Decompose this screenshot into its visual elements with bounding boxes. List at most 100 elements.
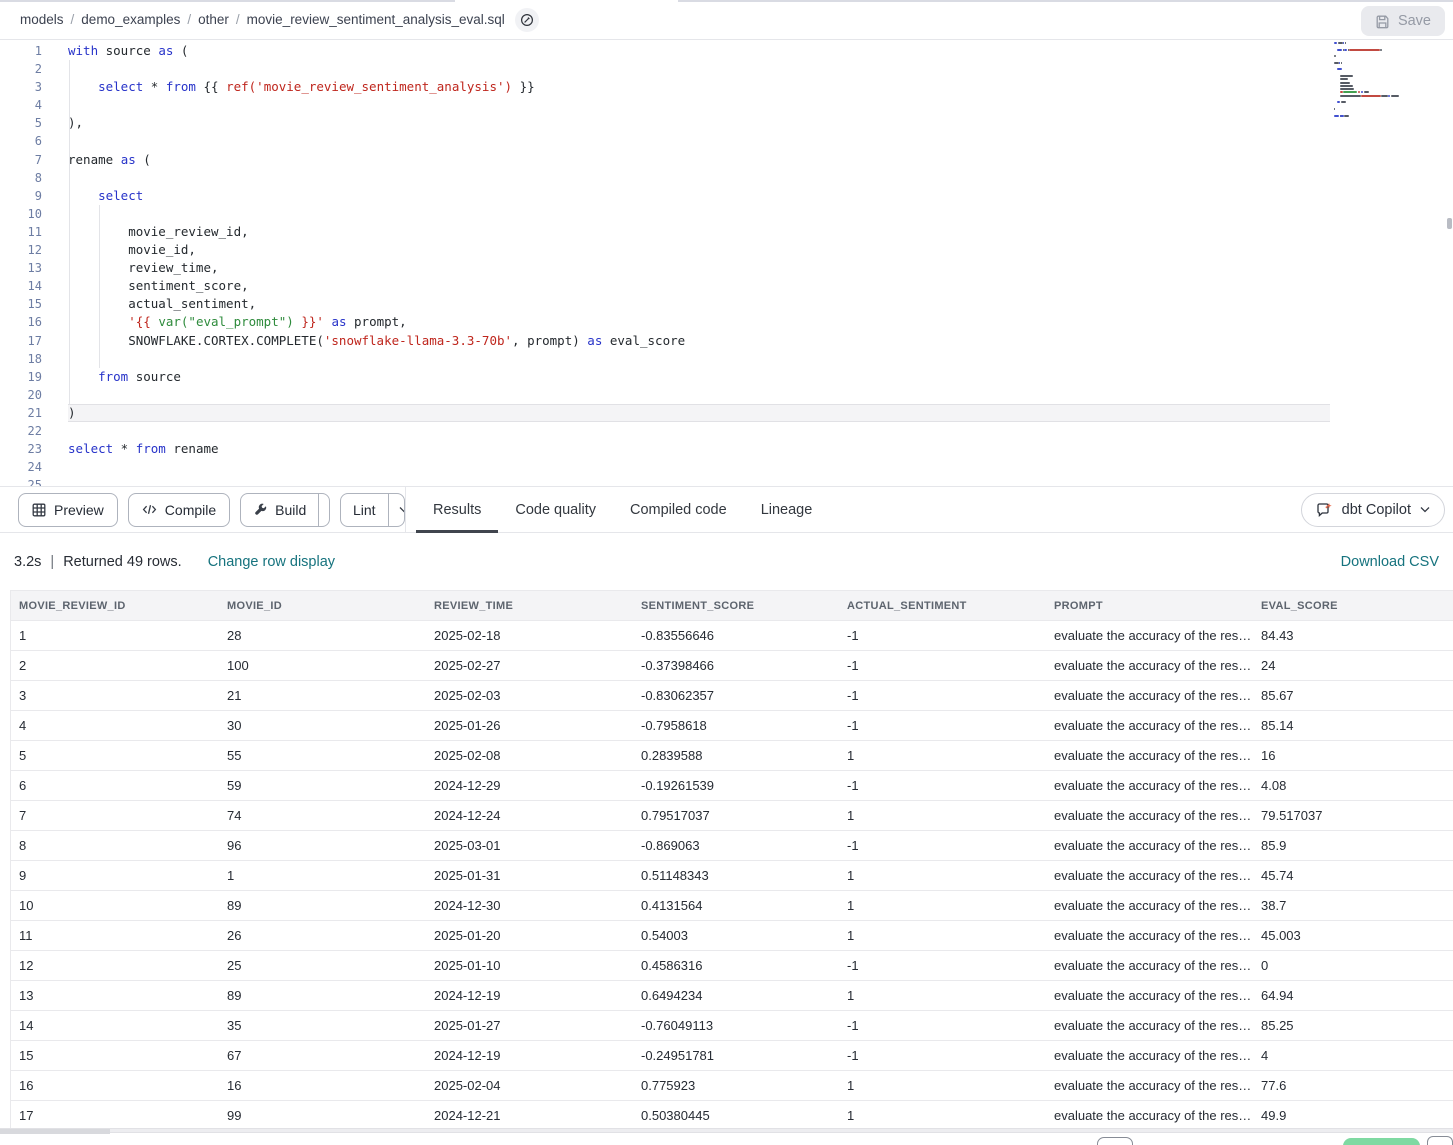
- cell-eval_score: 84.43: [1253, 628, 1453, 643]
- horizontal-scrollbar[interactable]: [0, 1128, 1453, 1133]
- code-line[interactable]: 2: [0, 60, 1453, 78]
- breadcrumb-segment[interactable]: demo_examples: [81, 12, 180, 27]
- change-row-display-link[interactable]: Change row display: [208, 554, 335, 570]
- cell-movie_review_id: 16: [11, 1078, 219, 1093]
- code-line[interactable]: 11 movie_review_id,: [0, 223, 1453, 241]
- bottom-bar-button[interactable]: [1097, 1137, 1133, 1145]
- cell-eval_score: 24: [1253, 658, 1453, 673]
- preview-label: Preview: [54, 502, 104, 518]
- cell-movie_id: 74: [219, 808, 426, 823]
- prompt-preview-text: evaluate the accuracy of the res…: [1054, 928, 1251, 943]
- code-line[interactable]: 25: [0, 476, 1453, 486]
- cell-review_time: 2025-02-08: [426, 748, 633, 763]
- cell-sentiment_score: 0.54003: [633, 928, 839, 943]
- code-line[interactable]: 22: [0, 422, 1453, 440]
- breadcrumb-segment[interactable]: models: [20, 12, 64, 27]
- prompt-preview-text: evaluate the accuracy of the res…: [1054, 1018, 1251, 1033]
- code-text: review_time,: [68, 259, 1330, 277]
- tab-lineage[interactable]: Lineage: [744, 487, 830, 532]
- code-line[interactable]: 3 select * from {{ ref('movie_review_sen…: [0, 78, 1453, 96]
- code-line[interactable]: 5),: [0, 114, 1453, 132]
- bottom-bar-help-button[interactable]: [1427, 1136, 1453, 1145]
- compile-label: Compile: [165, 502, 216, 518]
- code-line[interactable]: 10: [0, 205, 1453, 223]
- horizontal-scrollbar-thumb[interactable]: [0, 1129, 110, 1134]
- wrench-icon: [253, 503, 267, 517]
- minimap-line: [1334, 101, 1432, 103]
- lint-dropdown-chevron[interactable]: [388, 494, 405, 526]
- cell-prompt: evaluate the accuracy of the res…: [1046, 958, 1253, 973]
- cell-review_time: 2025-02-03: [426, 688, 633, 703]
- breadcrumb-separator: /: [236, 12, 240, 27]
- cell-movie_review_id: 17: [11, 1108, 219, 1123]
- code-line[interactable]: 13 review_time,: [0, 259, 1453, 277]
- code-line[interactable]: 14 sentiment_score,: [0, 277, 1453, 295]
- query-status-row: 3.2s | Returned 49 rows. Change row disp…: [0, 534, 1453, 590]
- cell-movie_id: 25: [219, 958, 426, 973]
- cell-sentiment_score: -0.37398466: [633, 658, 839, 673]
- cell-prompt: evaluate the accuracy of the res…: [1046, 1078, 1253, 1093]
- dbt-copilot-button[interactable]: dbt Copilot: [1301, 493, 1445, 527]
- cell-movie_id: 21: [219, 688, 426, 703]
- code-line[interactable]: 9 select: [0, 187, 1453, 205]
- prompt-preview-text: evaluate the accuracy of the res…: [1054, 778, 1251, 793]
- code-line[interactable]: 12 movie_id,: [0, 241, 1453, 259]
- code-lines[interactable]: 1with source as (23 select * from {{ ref…: [0, 40, 1453, 486]
- code-editor[interactable]: 1with source as (23 select * from {{ ref…: [0, 40, 1453, 486]
- download-csv-link[interactable]: Download CSV: [1341, 554, 1439, 570]
- tab-compiled-code[interactable]: Compiled code: [613, 487, 744, 532]
- code-line[interactable]: 24: [0, 458, 1453, 476]
- cell-prompt: evaluate the accuracy of the res…: [1046, 838, 1253, 853]
- cell-review_time: 2024-12-24: [426, 808, 633, 823]
- code-line[interactable]: 21): [0, 404, 1453, 422]
- code-line[interactable]: 17 SNOWFLAKE.CORTEX.COMPLETE('snowflake-…: [0, 332, 1453, 350]
- cell-eval_score: 16: [1253, 748, 1453, 763]
- code-line[interactable]: 8: [0, 169, 1453, 187]
- save-button[interactable]: Save: [1361, 6, 1445, 36]
- build-dropdown-chevron[interactable]: [318, 494, 330, 526]
- line-number: 5: [0, 114, 42, 132]
- code-line[interactable]: 18: [0, 350, 1453, 368]
- code-line[interactable]: 20: [0, 386, 1453, 404]
- cell-eval_score: 85.67: [1253, 688, 1453, 703]
- cell-eval_score: 0: [1253, 958, 1453, 973]
- minimap-line: [1334, 111, 1432, 113]
- tab-results[interactable]: Results: [416, 487, 498, 532]
- code-line[interactable]: 4: [0, 96, 1453, 114]
- code-text: select: [68, 187, 1330, 205]
- lint-button[interactable]: Lint: [341, 494, 388, 526]
- compile-button[interactable]: Compile: [128, 493, 230, 527]
- tab-code-quality[interactable]: Code quality: [498, 487, 613, 532]
- editor-minimap[interactable]: [1334, 42, 1432, 118]
- code-line[interactable]: 19 from source: [0, 368, 1453, 386]
- cell-review_time: 2025-02-18: [426, 628, 633, 643]
- cell-prompt: evaluate the accuracy of the res…: [1046, 868, 1253, 883]
- prompt-preview-text: evaluate the accuracy of the res…: [1054, 808, 1251, 823]
- build-button[interactable]: Build: [241, 494, 318, 526]
- breadcrumb: models/demo_examples/other/movie_review_…: [20, 12, 505, 27]
- code-text: actual_sentiment,: [68, 295, 1330, 313]
- code-text: rename as (: [68, 151, 1330, 169]
- copilot-edit-icon[interactable]: [515, 8, 539, 32]
- code-line[interactable]: 6: [0, 132, 1453, 150]
- code-line[interactable]: 7 rename as (: [0, 151, 1453, 169]
- cell-sentiment_score: -0.19261539: [633, 778, 839, 793]
- code-line[interactable]: 1with source as (: [0, 42, 1453, 60]
- cell-prompt: evaluate the accuracy of the res…: [1046, 988, 1253, 1003]
- cell-prompt: evaluate the accuracy of the res…: [1046, 808, 1253, 823]
- cell-movie_review_id: 13: [11, 988, 219, 1003]
- code-brackets-icon: [142, 503, 157, 516]
- cell-prompt: evaluate the accuracy of the res…: [1046, 748, 1253, 763]
- preview-button[interactable]: Preview: [18, 493, 118, 527]
- line-number: 14: [0, 277, 42, 295]
- breadcrumb-segment[interactable]: other: [198, 12, 229, 27]
- code-line[interactable]: 23select * from rename: [0, 440, 1453, 458]
- code-line[interactable]: 16 '{{ var("eval_prompt") }}' as prompt,: [0, 313, 1453, 331]
- code-line[interactable]: 15 actual_sentiment,: [0, 295, 1453, 313]
- line-number: 7: [0, 151, 42, 169]
- table-row: 15672024-12-19-0.24951781-1evaluate the …: [11, 1041, 1453, 1071]
- copilot-label: dbt Copilot: [1342, 502, 1411, 518]
- line-number: 9: [0, 187, 42, 205]
- cell-prompt: evaluate the accuracy of the res…: [1046, 1048, 1253, 1063]
- minimap-line: [1334, 55, 1432, 57]
